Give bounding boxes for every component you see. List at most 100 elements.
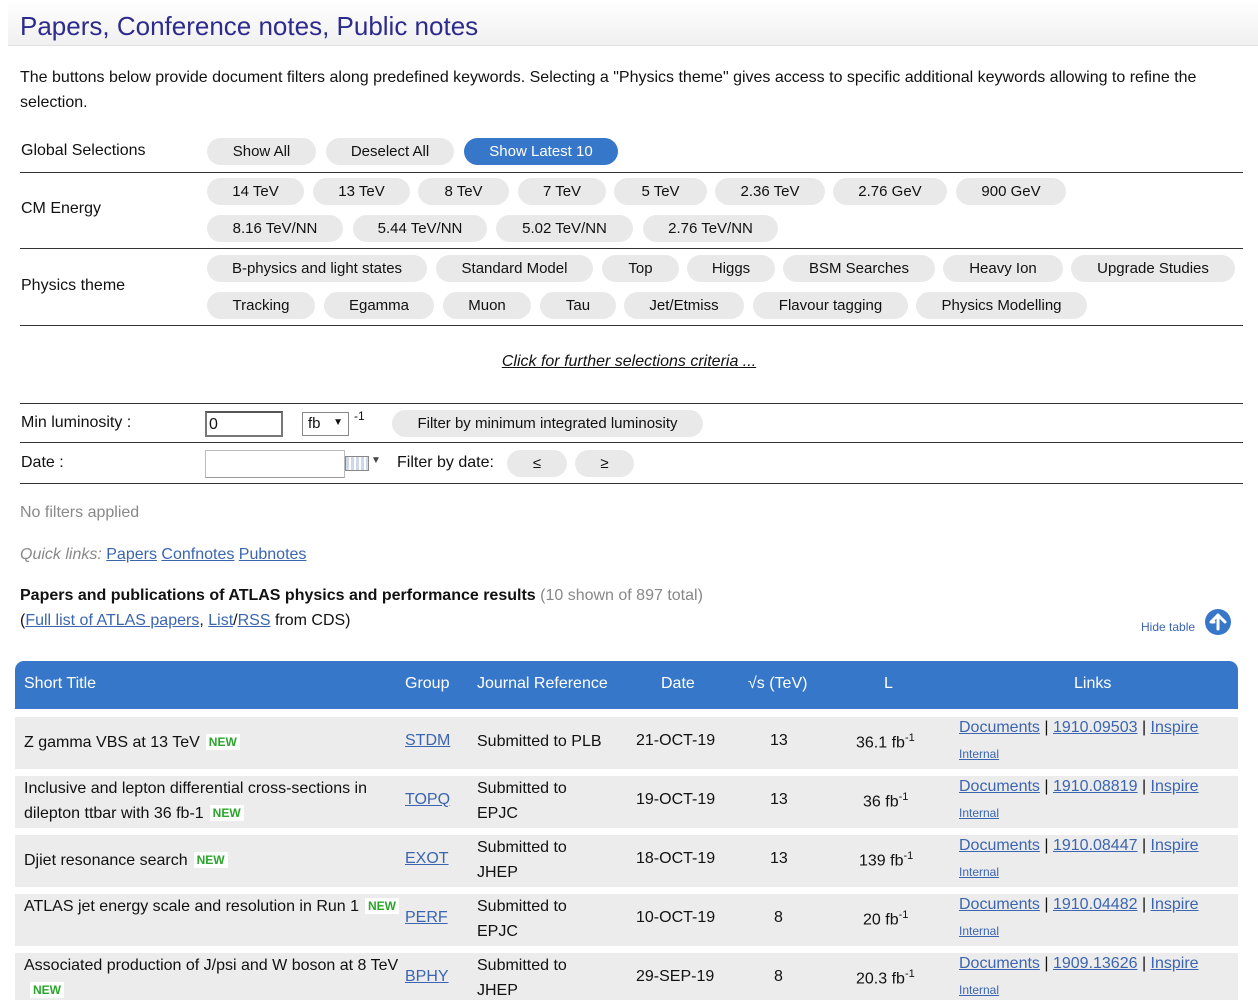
theme-bphysics-button[interactable]: B-physics and light states [207, 255, 427, 282]
inspire-link[interactable]: Inspire [1151, 778, 1199, 795]
internal-link[interactable]: Internal [959, 924, 999, 938]
documents-link[interactable]: Documents [959, 837, 1040, 854]
energy-2-36tev-button[interactable]: 2.36 TeV [715, 178, 825, 205]
row-title-text: Z gamma VBS at 13 TeV [24, 734, 200, 751]
theme-egamma-button[interactable]: Egamma [324, 292, 434, 319]
energy-900gev-button[interactable]: 900 GeV [956, 178, 1066, 205]
inspire-link[interactable]: Inspire [1151, 837, 1199, 854]
page-title: Papers, Conference notes, Public notes [8, 0, 1258, 46]
row-title: Associated production of J/psi and W bos… [24, 953, 399, 1000]
quick-link-papers[interactable]: Papers [106, 546, 157, 563]
documents-link[interactable]: Documents [959, 955, 1040, 972]
documents-link[interactable]: Documents [959, 719, 1040, 736]
energy-5tev-button[interactable]: 5 TeV [614, 178, 707, 205]
date-after-button[interactable]: ≥ [575, 450, 634, 477]
energy-7tev-button[interactable]: 7 TeV [518, 178, 606, 205]
luminosity-unit-select[interactable]: fb ▼ [302, 412, 349, 436]
row-links: Documents | 1909.13626 | Inspire [959, 955, 1199, 972]
arxiv-link[interactable]: 1910.04482 [1053, 896, 1138, 913]
arxiv-link[interactable]: 1910.08447 [1053, 837, 1138, 854]
new-badge: NEW [209, 805, 244, 821]
table-row: Z gamma VBS at 13 TeV NEW STDM Submitted … [15, 717, 1238, 769]
inspire-link[interactable]: Inspire [1151, 719, 1199, 736]
theme-upgrade-studies-button[interactable]: Upgrade Studies [1071, 255, 1235, 282]
arxiv-link[interactable]: 1910.09503 [1053, 719, 1138, 736]
row-group-link[interactable]: EXOT [405, 850, 449, 868]
row-group-link[interactable]: TOPQ [405, 791, 450, 809]
theme-bsm-searches-button[interactable]: BSM Searches [783, 255, 935, 282]
theme-standard-model-button[interactable]: Standard Model [436, 255, 593, 282]
filter-luminosity-button[interactable]: Filter by minimum integrated luminosity [392, 410, 703, 437]
results-count: (10 shown of 897 total) [540, 587, 703, 604]
quick-link-pubnotes[interactable]: Pubnotes [239, 546, 307, 563]
up-arrow-circle-icon[interactable] [1205, 609, 1231, 635]
col-journal-reference[interactable]: Journal Reference [477, 675, 608, 693]
internal-link[interactable]: Internal [959, 983, 999, 997]
energy-5-44tevnn-button[interactable]: 5.44 TeV/NN [353, 215, 487, 242]
theme-jet-etmiss-button[interactable]: Jet/Etmiss [624, 292, 744, 319]
min-luminosity-input[interactable]: 0 [205, 411, 283, 437]
table-row: Inclusive and lepton differential cross-… [15, 776, 1238, 828]
filter-status: No filters applied [20, 504, 140, 521]
theme-heavy-ion-button[interactable]: Heavy Ion [943, 255, 1063, 282]
energy-2-76gev-button[interactable]: 2.76 GeV [833, 178, 947, 205]
theme-muon-button[interactable]: Muon [443, 292, 531, 319]
arxiv-link[interactable]: 1909.13626 [1053, 955, 1138, 972]
documents-link[interactable]: Documents [959, 896, 1040, 913]
luminosity-unit-value: fb [308, 415, 321, 432]
row-luminosity: 36.1 fb-1 [856, 732, 915, 752]
show-latest-10-button[interactable]: Show Latest 10 [464, 138, 618, 165]
row-luminosity-value: 36 fb [863, 793, 899, 811]
theme-higgs-button[interactable]: Higgs [687, 255, 775, 282]
row-journal: Submitted to EPJC [477, 780, 567, 822]
col-links[interactable]: Links [1074, 675, 1111, 693]
inspire-link[interactable]: Inspire [1151, 896, 1199, 913]
further-selections-link[interactable]: Click for further selections criteria ..… [0, 353, 1258, 371]
col-group[interactable]: Group [405, 675, 449, 693]
row-group-link[interactable]: PERF [405, 909, 448, 927]
row-title-text: Associated production of J/psi and W bos… [24, 957, 399, 974]
theme-top-button[interactable]: Top [602, 255, 679, 282]
row-date: 29-SEP-19 [636, 968, 715, 985]
internal-link[interactable]: Internal [959, 747, 999, 761]
energy-8-16tevnn-button[interactable]: 8.16 TeV/NN [207, 215, 343, 242]
hide-table-link[interactable]: Hide table [1141, 620, 1195, 634]
row-group-link[interactable]: BPHY [405, 968, 449, 986]
full-list-link[interactable]: Full list of ATLAS papers [25, 612, 199, 629]
calendar-button[interactable]: ▼ [344, 452, 384, 476]
internal-link[interactable]: Internal [959, 806, 999, 820]
quick-link-confnotes[interactable]: Confnotes [161, 546, 234, 563]
list-link[interactable]: List [208, 612, 233, 629]
row-title: Djiet resonance search NEW [24, 848, 399, 873]
energy-2-76tevnn-button[interactable]: 2.76 TeV/NN [643, 215, 778, 242]
row-energy: 13 [770, 791, 788, 808]
date-input[interactable] [205, 450, 345, 478]
energy-5-02tevnn-button[interactable]: 5.02 TeV/NN [496, 215, 633, 242]
col-energy[interactable]: √s (TeV) [748, 675, 807, 693]
rss-link[interactable]: RSS [238, 612, 271, 629]
row-energy: 13 [770, 732, 788, 749]
energy-8tev-button[interactable]: 8 TeV [418, 178, 509, 205]
col-short-title[interactable]: Short Title [24, 675, 96, 693]
col-luminosity[interactable]: L [884, 675, 893, 693]
theme-tracking-button[interactable]: Tracking [207, 292, 315, 319]
date-before-button[interactable]: ≤ [507, 450, 567, 477]
energy-13tev-button[interactable]: 13 TeV [313, 178, 410, 205]
global-selections-row: Global Selections Show All Deselect All … [20, 132, 1243, 173]
theme-tau-button[interactable]: Tau [540, 292, 616, 319]
internal-link[interactable]: Internal [959, 865, 999, 879]
row-title: ATLAS jet energy scale and resolution in… [24, 894, 400, 919]
inspire-link[interactable]: Inspire [1151, 955, 1199, 972]
deselect-all-button[interactable]: Deselect All [326, 138, 454, 165]
row-group-link[interactable]: STDM [405, 732, 450, 750]
divider [20, 483, 1243, 484]
dropdown-arrow-icon: ▼ [333, 417, 343, 428]
energy-14tev-button[interactable]: 14 TeV [207, 178, 304, 205]
arxiv-link[interactable]: 1910.08819 [1053, 778, 1138, 795]
row-links: Documents | 1910.08819 | Inspire [959, 778, 1199, 795]
theme-flavour-tagging-button[interactable]: Flavour tagging [753, 292, 908, 319]
col-date[interactable]: Date [661, 675, 695, 693]
show-all-button[interactable]: Show All [207, 138, 316, 165]
theme-physics-modelling-button[interactable]: Physics Modelling [916, 292, 1087, 319]
documents-link[interactable]: Documents [959, 778, 1040, 795]
